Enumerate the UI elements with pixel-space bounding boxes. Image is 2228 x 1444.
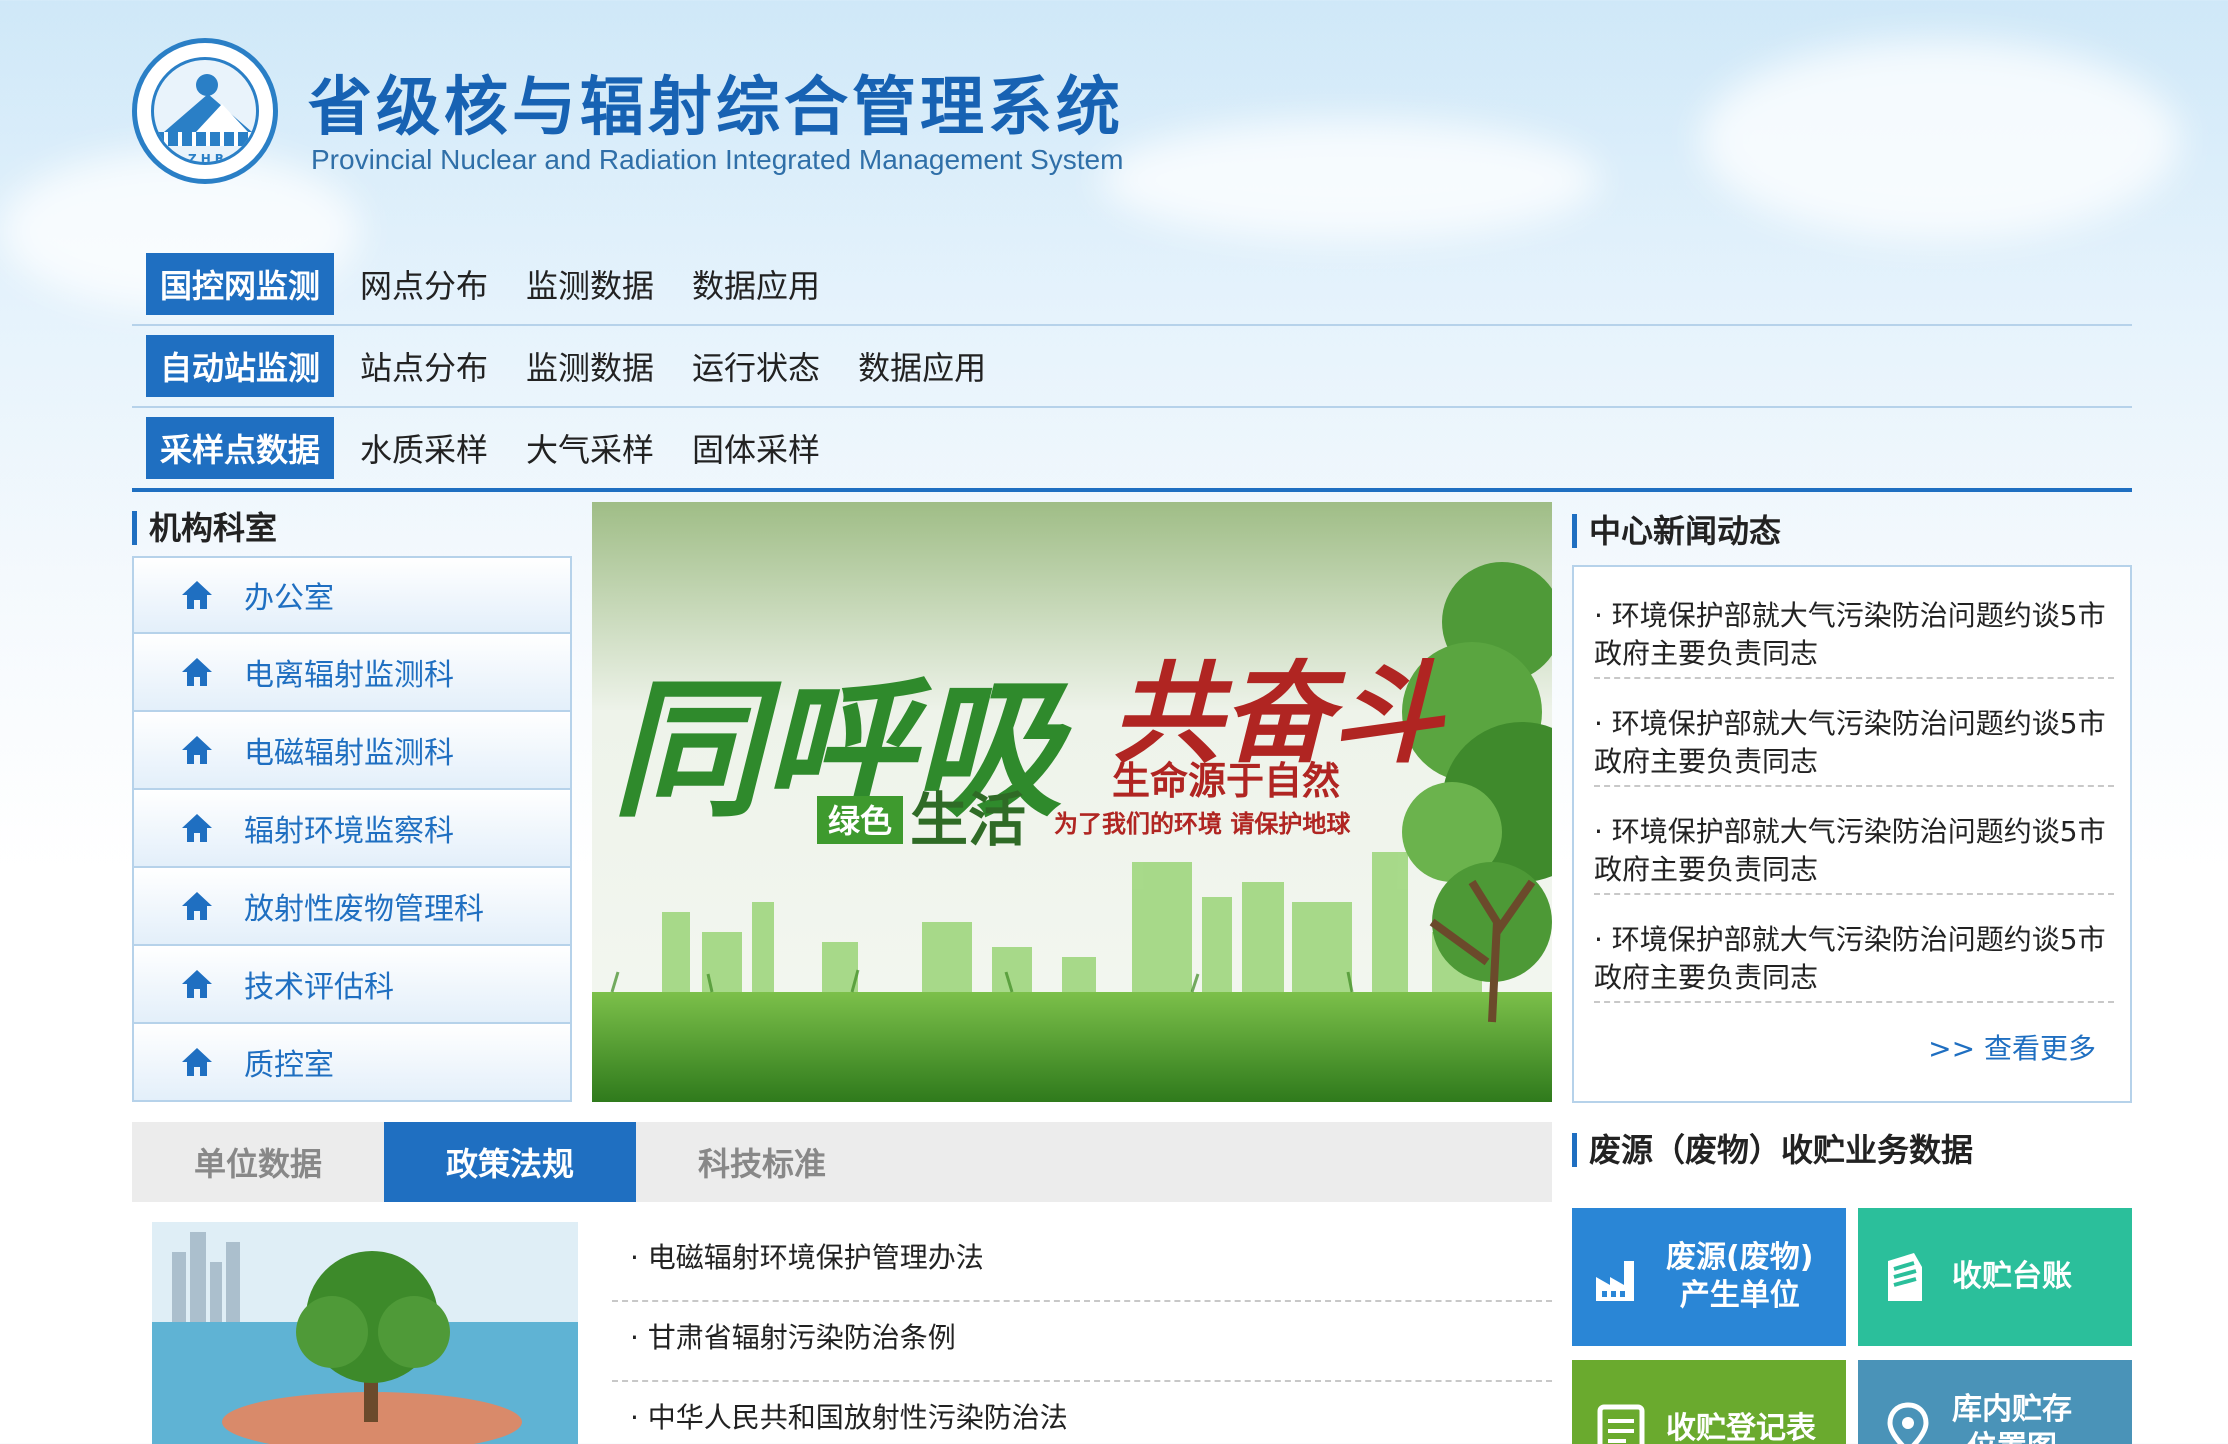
tile-label: 收贮登记表 (1666, 1411, 1816, 1444)
main-nav: 国控网监测 网点分布 监测数据 数据应用 自动站监测 站点分布 监测数据 运行状… (132, 244, 2132, 492)
news-panel: · 环境保护部就大气污染防治问题约谈5市政府主要负责同志 · 环境保护部就大气污… (1572, 565, 2132, 1103)
policy-image (152, 1222, 578, 1444)
news-more-link[interactable]: >> 查看更多 (1928, 1027, 2096, 1067)
tile-label: 库内贮存 位置图 (1952, 1392, 2072, 1444)
department-label: 辐射环境监察科 (244, 814, 454, 849)
home-icon (182, 970, 212, 998)
nav-category[interactable]: 国控网监测 (146, 253, 335, 315)
nav-category[interactable]: 采样点数据 (146, 417, 335, 479)
department-item[interactable]: 办公室 (132, 556, 572, 634)
department-item[interactable]: 电离辐射监测科 (132, 634, 572, 712)
tile-label: 收贮台账 (1952, 1259, 2072, 1294)
department-label: 质控室 (244, 1048, 334, 1083)
department-item[interactable]: 放射性废物管理科 (132, 868, 572, 946)
nav-link[interactable]: 数据应用 (692, 261, 820, 307)
site-title: 省级核与辐射综合管理系统 (308, 71, 1124, 145)
waste-title: 废源（废物）收贮业务数据 (1572, 1133, 1973, 1167)
banner-tag: 绿色 (828, 802, 892, 840)
departments-title: 机构科室 (132, 511, 277, 545)
home-icon (182, 1048, 212, 1076)
nav-link[interactable]: 网点分布 (360, 261, 488, 307)
policy-item[interactable]: · 甘肃省辐射污染防治条例 (612, 1302, 1552, 1382)
home-icon (182, 814, 212, 842)
site-header: ZHB 省级核与辐射综合管理系统 Provincial Nuclear and … (132, 0, 2132, 240)
nav-link[interactable]: 固体采样 (692, 425, 820, 471)
info-tabs: 单位数据 政策法规 科技标准 (132, 1122, 1552, 1202)
home-icon (182, 581, 212, 609)
tile-label: 废源(废物) 产生单位 (1666, 1240, 1814, 1313)
department-label: 办公室 (244, 581, 334, 616)
news-item[interactable]: · 环境保护部就大气污染防治问题约谈5市政府主要负责同志 (1594, 921, 2114, 1003)
tab-policy[interactable]: 政策法规 (384, 1122, 636, 1202)
nav-link[interactable]: 水质采样 (360, 425, 488, 471)
banner-image: 同呼吸 共奋斗 绿色 生活 生命源于自然 为了我们的环境 请保护地球 (592, 502, 1552, 1102)
tab-tech-standard[interactable]: 科技标准 (636, 1122, 888, 1202)
form-icon (1597, 1404, 1645, 1444)
banner-graphic: 同呼吸 共奋斗 绿色 生活 生命源于自然 为了我们的环境 请保护地球 (592, 502, 1552, 1102)
home-icon (182, 736, 212, 764)
department-item[interactable]: 质控室 (132, 1024, 572, 1102)
nav-row-national: 国控网监测 网点分布 监测数据 数据应用 (132, 244, 2132, 326)
tab-unit-data[interactable]: 单位数据 (132, 1122, 384, 1202)
nav-link[interactable]: 数据应用 (858, 343, 986, 389)
site-subtitle: Provincial Nuclear and Radiation Integra… (311, 144, 1124, 175)
news-title: 中心新闻动态 (1572, 514, 1781, 548)
nav-link[interactable]: 监测数据 (526, 343, 654, 389)
department-item[interactable]: 电磁辐射监测科 (132, 712, 572, 790)
banner-slogan: 生命源于自然 (1112, 758, 1340, 803)
home-icon (182, 658, 212, 686)
department-label: 电离辐射监测科 (244, 658, 454, 693)
tile-storage-location-map[interactable]: 库内贮存 位置图 (1858, 1360, 2132, 1444)
map-pin-icon (1887, 1402, 1929, 1444)
policy-item[interactable]: · 电磁辐射环境保护管理办法 (612, 1222, 1552, 1302)
news-item[interactable]: · 环境保护部就大气污染防治问题约谈5市政府主要负责同志 (1594, 597, 2114, 679)
banner-small: 为了我们的环境 请保护地球 (1054, 810, 1351, 838)
factory-icon (1596, 1261, 1634, 1301)
nav-row-sampling: 采样点数据 水质采样 大气采样 固体采样 (132, 408, 2132, 492)
nav-link[interactable]: 站点分布 (360, 343, 488, 389)
department-item[interactable]: 辐射环境监察科 (132, 790, 572, 868)
tile-waste-producer[interactable]: 废源(废物) 产生单位 (1572, 1208, 1846, 1346)
nav-link[interactable]: 监测数据 (526, 261, 654, 307)
nav-row-auto-station: 自动站监测 站点分布 监测数据 运行状态 数据应用 (132, 326, 2132, 408)
nav-link[interactable]: 运行状态 (692, 343, 820, 389)
ledger-icon (1888, 1253, 1922, 1301)
tile-storage-ledger[interactable]: 收贮台账 (1858, 1208, 2132, 1346)
department-label: 电磁辐射监测科 (244, 736, 454, 771)
policy-item[interactable]: · 中华人民共和国放射性污染防治法 (612, 1382, 1552, 1444)
news-item[interactable]: · 环境保护部就大气污染防治问题约谈5市政府主要负责同志 (1594, 705, 2114, 787)
department-label: 放射性废物管理科 (244, 892, 484, 927)
nav-category[interactable]: 自动站监测 (146, 335, 335, 397)
tile-registration-form[interactable]: 收贮登记表 (1572, 1360, 1846, 1444)
department-list: 办公室电离辐射监测科 电磁辐射监测科 辐射环境监察科 放射性废物管理科 技术评估科质控室 (132, 556, 572, 1102)
department-item[interactable]: 技术评估科 (132, 946, 572, 1024)
logo-text: ZHB (188, 152, 228, 165)
department-label: 技术评估科 (244, 970, 394, 1005)
zhb-logo[interactable]: ZHB (132, 38, 278, 184)
nav-link[interactable]: 大气采样 (526, 425, 654, 471)
home-icon (182, 892, 212, 920)
news-item[interactable]: · 环境保护部就大气污染防治问题约谈5市政府主要负责同志 (1594, 813, 2114, 895)
banner-tag2: 生活 (910, 786, 1026, 854)
